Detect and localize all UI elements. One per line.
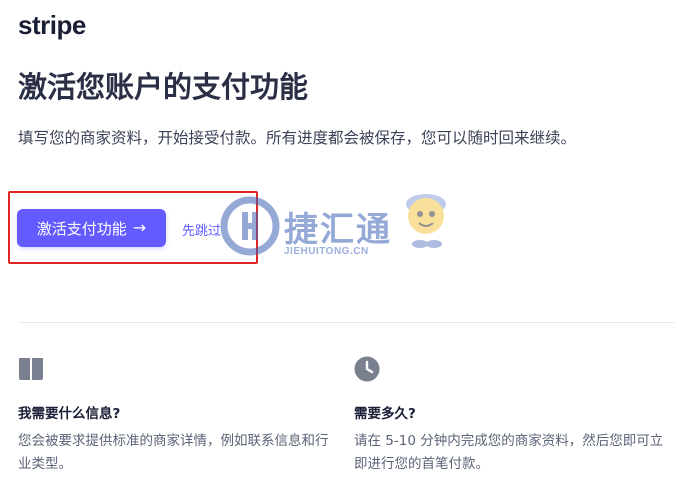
activate-button-label: 激活支付功能 <box>36 219 127 238</box>
watermark-subtext: JIEHUITONG.CN <box>284 246 369 257</box>
skip-link[interactable]: 先跳过 <box>182 220 221 239</box>
mascot-icon <box>406 194 446 248</box>
stripe-logo: stripe <box>18 10 86 40</box>
section-divider <box>18 322 674 323</box>
activate-payments-button[interactable]: 激活支付功能 → <box>17 209 166 247</box>
feature-desc-time: 请在 5-10 分钟内完成您的商家资料，然后您即可立即进行您的首笔付款。 <box>354 433 664 472</box>
watermark-text: 捷汇通 <box>284 210 392 250</box>
clock-icon <box>354 356 380 382</box>
feature-title-time: 需要多久? <box>354 406 416 422</box>
arrow-right-icon: → <box>132 218 147 237</box>
feature-desc-info: 您会被要求提供标准的商家详情，例如联系信息和行业类型。 <box>18 433 329 472</box>
book-icon <box>19 358 43 380</box>
feature-title-info: 我需要什么信息? <box>18 406 121 422</box>
page-title: 激活您账户的支付功能 <box>18 70 309 104</box>
page-description: 填写您的商家资料，开始接受付款。所有进度都会被保存，您可以随时回来继续。 <box>18 129 577 147</box>
